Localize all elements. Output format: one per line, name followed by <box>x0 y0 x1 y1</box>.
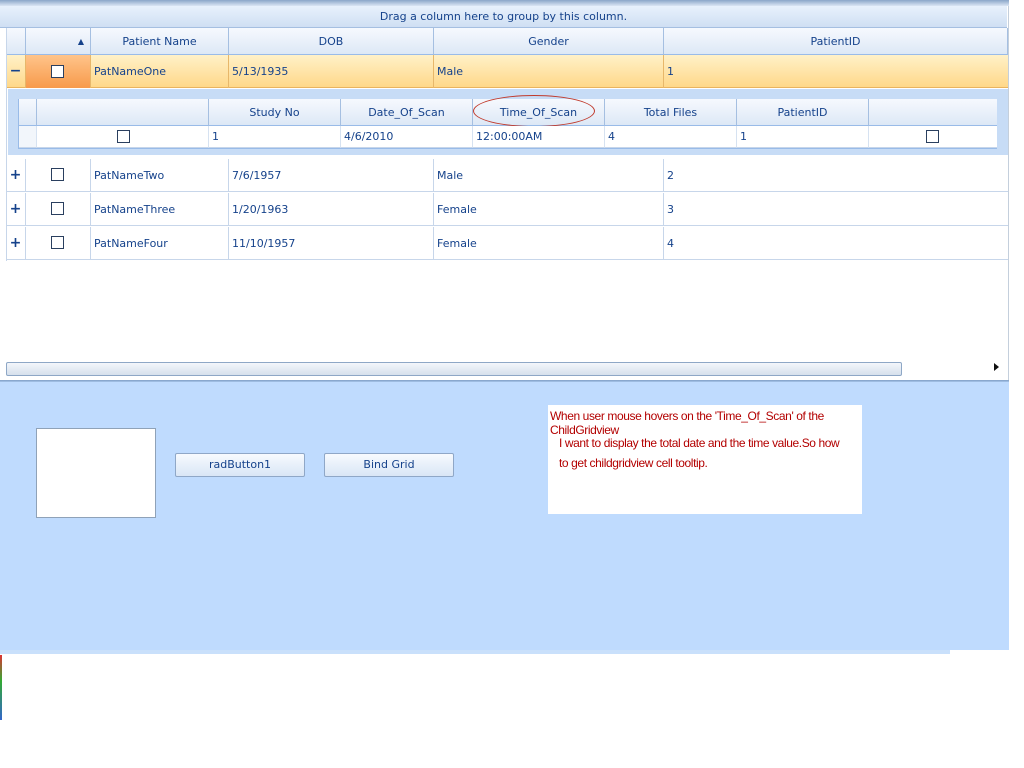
bottom-strip <box>0 650 950 654</box>
child-cell-total-files: 4 <box>605 126 737 148</box>
child-header-date-of-scan[interactable]: Date_Of_Scan <box>341 99 473 126</box>
cell-patient-name: PatNameOne <box>91 55 229 88</box>
child-header-total-files[interactable]: Total Files <box>605 99 737 126</box>
bind-grid-button[interactable]: Bind Grid <box>324 453 454 477</box>
row-checkbox[interactable] <box>51 236 64 249</box>
cell-gender: Male <box>434 159 664 192</box>
cell-dob: 11/10/1957 <box>229 227 434 260</box>
left-edge-stripe <box>0 655 2 720</box>
cell-patient-id: 1 <box>667 65 674 78</box>
header-dob[interactable]: DOB <box>229 28 434 55</box>
table-row[interactable]: − PatNameOne 5/13/1935 Male 1 <box>6 55 1008 88</box>
horizontal-scrollbar[interactable] <box>6 362 902 376</box>
row-checkbox[interactable] <box>51 65 64 78</box>
child-header-indicator <box>19 99 37 126</box>
white-box <box>36 428 156 518</box>
scroll-right-arrow-icon[interactable] <box>994 363 999 371</box>
header-patient-name[interactable]: Patient Name <box>91 28 229 55</box>
radbutton1[interactable]: radButton1 <box>175 453 305 477</box>
row-checkbox-cell[interactable] <box>26 55 91 88</box>
cell-patient-name: PatNameFour <box>91 227 229 260</box>
cell-patient-id: 4 <box>667 237 674 250</box>
row-checkbox[interactable] <box>51 168 64 181</box>
form-panel: radButton1 Bind Grid When user mouse hov… <box>0 382 1009 650</box>
highlight-oval <box>473 95 595 127</box>
table-row[interactable]: + PatNameThree 1/20/1963 Female 3 <box>6 193 1008 226</box>
row-checkbox-cell[interactable] <box>26 193 91 226</box>
window-right-edge <box>1009 0 1024 648</box>
header-expander-column <box>6 28 26 55</box>
question-note: When user mouse hovers on the 'Time_Of_S… <box>548 405 862 514</box>
row-checkbox[interactable] <box>51 202 64 215</box>
child-header-extra[interactable] <box>869 99 997 126</box>
grid-left-border <box>6 28 7 261</box>
row-checkbox-cell[interactable] <box>26 227 91 260</box>
expand-row-button[interactable]: + <box>6 159 26 192</box>
child-cell-date-of-scan: 4/6/2010 <box>341 126 473 148</box>
header-gender[interactable]: Gender <box>434 28 664 55</box>
collapse-row-button[interactable]: − <box>6 55 26 88</box>
group-by-panel[interactable]: Drag a column here to group by this colu… <box>0 6 1007 28</box>
cell-patient-name: PatNameThree <box>91 193 229 226</box>
child-cell-study-no: 1 <box>209 126 341 148</box>
child-header-study-no[interactable]: Study No <box>209 99 341 126</box>
cell-gender: Female <box>434 227 664 260</box>
sort-ascending-icon: ▲ <box>77 37 84 46</box>
cell-dob: 5/13/1935 <box>229 55 434 88</box>
table-row[interactable]: + PatNameTwo 7/6/1957 Male 2 <box>6 159 1008 192</box>
child-header-patient-id[interactable]: PatientID <box>737 99 869 126</box>
child-row-indicator <box>19 126 37 148</box>
child-cell-checkbox[interactable] <box>37 126 209 148</box>
child-cell-patient-id: 1 <box>737 126 869 148</box>
table-row[interactable]: + PatNameFour 11/10/1957 Female 4 <box>6 227 1008 260</box>
expand-row-button[interactable]: + <box>6 193 26 226</box>
patient-grid: Drag a column here to group by this colu… <box>0 0 1024 380</box>
child-extra-checkbox[interactable] <box>926 130 939 143</box>
child-header-checkbox[interactable] <box>37 99 209 126</box>
row-checkbox-cell[interactable] <box>26 159 91 192</box>
header-checkbox-column[interactable]: ▲ <box>26 28 91 55</box>
cell-patient-name: PatNameTwo <box>91 159 229 192</box>
cell-dob: 7/6/1957 <box>229 159 434 192</box>
note-line-2: I want to display the total date and the… <box>559 436 840 470</box>
cell-patient-id: 2 <box>667 169 674 182</box>
header-patient-id[interactable]: PatientID <box>664 28 1008 55</box>
cell-dob: 1/20/1963 <box>229 193 434 226</box>
child-row-checkbox[interactable] <box>117 130 130 143</box>
cell-gender: Male <box>434 55 664 88</box>
cell-gender: Female <box>434 193 664 226</box>
expand-row-button[interactable]: + <box>6 227 26 260</box>
cell-patient-id: 3 <box>667 203 674 216</box>
child-cell-time-of-scan[interactable]: 12:00:00AM <box>473 126 605 148</box>
child-cell-extra[interactable] <box>869 126 997 148</box>
